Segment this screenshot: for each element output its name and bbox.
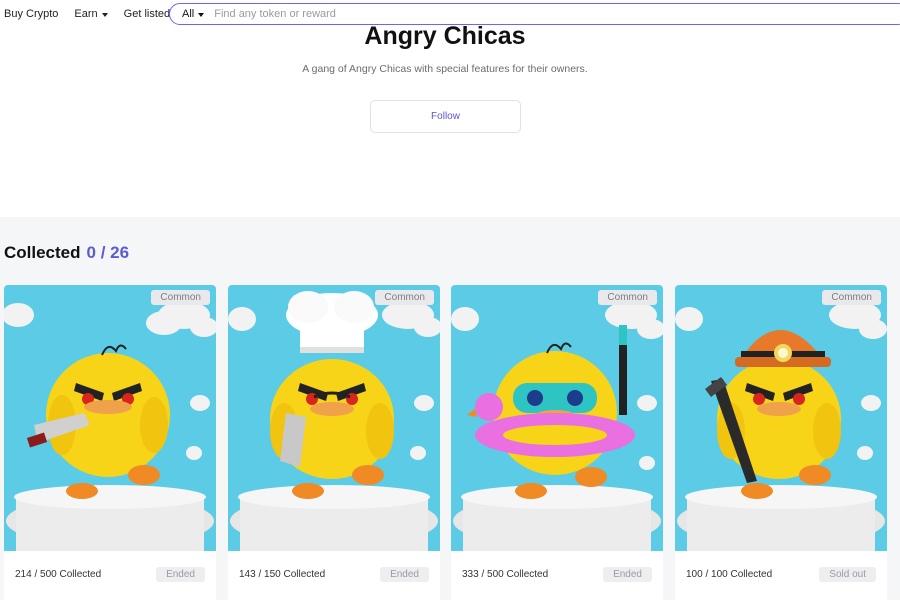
collected-count-text: 333 / 500 Collected (462, 569, 549, 580)
nav-earn[interactable]: Earn (74, 7, 108, 20)
rarity-badge: Common (375, 290, 434, 305)
chick-knife-illustration (4, 301, 216, 551)
collected-count: 0 / 26 (86, 243, 130, 262)
chick-chef-illustration (228, 291, 440, 551)
follow-button[interactable]: Follow (370, 100, 521, 133)
status-badge: Ended (380, 567, 429, 582)
nft-image: Common (4, 285, 216, 551)
nft-card[interactable]: Common 143 / 150 Collected Ended (228, 285, 440, 615)
nft-image: Common (675, 285, 887, 551)
nft-image: Common (228, 285, 440, 551)
chevron-down-icon (198, 13, 205, 17)
status-badge: Sold out (819, 567, 876, 582)
nav-get-listed[interactable]: Get listed (124, 8, 170, 20)
search-filter-value: All (182, 8, 195, 20)
chick-miner-illustration (675, 301, 887, 551)
collection-description: A gang of Angry Chicas with special feat… (302, 63, 588, 75)
nft-card[interactable]: Common 214 / 500 Collected Ended (4, 285, 216, 615)
chick-snorkel-illustration (451, 301, 663, 551)
rarity-badge: Common (151, 290, 210, 305)
search-input[interactable] (214, 8, 715, 20)
collection-title: Angry Chicas (364, 22, 526, 50)
nft-image: Common (451, 285, 663, 551)
nav-label: Buy Crypto (4, 7, 59, 20)
collected-heading: Collected 0 / 26 (4, 243, 129, 263)
collected-count-text: 143 / 150 Collected (239, 569, 326, 580)
rarity-badge: Common (598, 290, 657, 305)
collected-label: Collected (4, 243, 81, 262)
collected-count-text: 214 / 500 Collected (15, 569, 102, 580)
status-badge: Ended (603, 567, 652, 582)
nft-card[interactable]: Common 333 / 500 Collected Ended (451, 285, 663, 615)
chevron-down-icon (101, 12, 108, 17)
nav-label: Earn (74, 7, 98, 20)
nav-label: Get listed (123, 7, 171, 20)
search-filter-select[interactable]: All (182, 8, 205, 20)
status-badge: Ended (156, 567, 205, 582)
collected-count-text: 100 / 100 Collected (686, 569, 773, 580)
nft-card[interactable]: Common 100 / 100 Collected Sold out (675, 285, 887, 615)
nav-buy-crypto[interactable]: Buy Crypto (4, 8, 58, 20)
rarity-badge: Common (822, 290, 881, 305)
